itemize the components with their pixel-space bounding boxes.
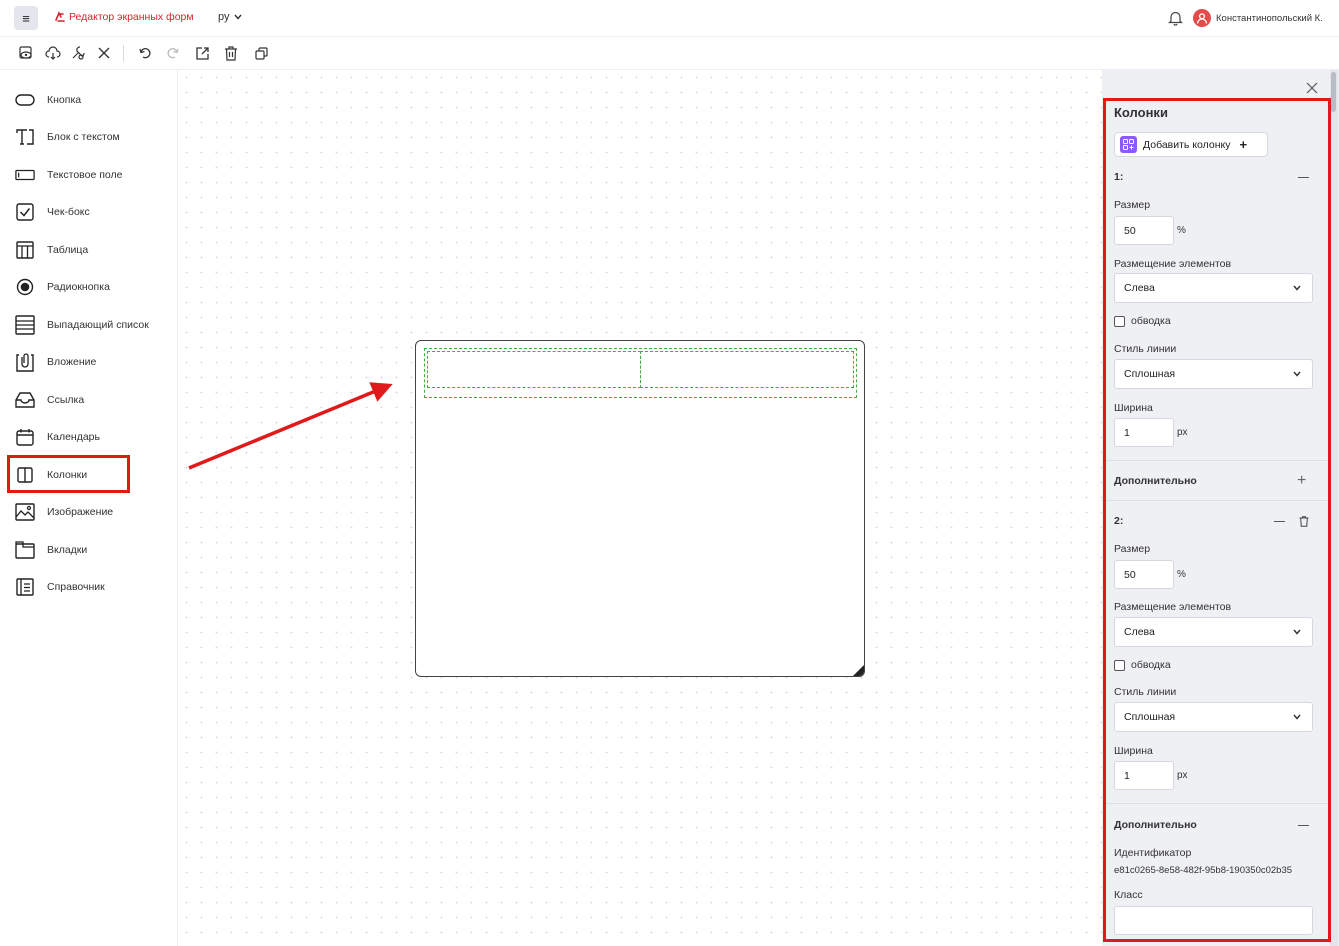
palette-item-link[interactable]: Ссылка <box>0 382 178 418</box>
dropdown-icon <box>15 315 35 335</box>
language-selector[interactable]: ру <box>218 11 242 23</box>
palette-item-text-field[interactable]: Текстовое поле <box>0 157 178 193</box>
design-canvas[interactable] <box>179 70 1102 946</box>
palette-item-attachment[interactable]: Вложение <box>0 344 178 380</box>
palette-item-checkbox[interactable]: Чек-бокс <box>0 194 178 230</box>
palette-item-label: Календарь <box>47 431 100 443</box>
column-2[interactable] <box>640 351 854 388</box>
app-logo[interactable]: Редактор экранных форм <box>54 11 194 23</box>
calendar-icon <box>15 427 35 447</box>
palette-item-table[interactable]: Таблица <box>0 232 178 268</box>
resize-handle[interactable] <box>853 665 864 676</box>
radio-icon <box>15 277 35 297</box>
redo-icon[interactable] <box>165 45 181 61</box>
palette-item-label: Кнопка <box>47 94 82 106</box>
user-name[interactable]: Константинопольский К. <box>1216 13 1323 24</box>
avatar[interactable] <box>1193 9 1211 27</box>
panel-scrollbar[interactable] <box>1330 70 1338 946</box>
component-palette: Кнопка Блок с текстом Текстовое поле Чек… <box>0 70 178 946</box>
link-icon <box>15 390 35 410</box>
properties-panel: Колонки Добавить колонку + 1: Размер 50 … <box>1102 70 1339 946</box>
palette-item-tabs[interactable]: Вкладки <box>0 532 178 568</box>
palette-item-label: Вложение <box>47 356 97 368</box>
palette-item-dropdown[interactable]: Выпадающий список <box>0 307 178 343</box>
export-icon[interactable] <box>194 45 210 61</box>
palette-item-image[interactable]: Изображение <box>0 494 178 530</box>
language-label: ру <box>218 11 230 23</box>
palette-item-label: Радиокнопка <box>47 281 110 293</box>
trash-icon[interactable] <box>223 45 239 61</box>
attachment-icon <box>15 352 35 372</box>
chevron-down-icon <box>233 14 242 20</box>
logo-icon <box>55 11 65 22</box>
menu-icon[interactable]: ≡ <box>14 6 38 30</box>
form-container[interactable] <box>415 340 865 677</box>
close-panel-icon[interactable] <box>1305 81 1319 95</box>
directory-icon <box>15 577 35 597</box>
text-field-icon <box>15 165 35 185</box>
app-header: ≡ Редактор экранных форм ру Константиноп… <box>0 0 1339 37</box>
toolbar-divider <box>123 45 124 62</box>
palette-item-directory[interactable]: Справочник <box>0 569 178 605</box>
palette-item-button[interactable]: Кнопка <box>0 82 178 118</box>
copy-icon[interactable] <box>253 45 269 61</box>
palette-item-label: Вкладки <box>47 544 88 556</box>
palette-item-label: Чек-бокс <box>47 206 90 218</box>
toolbar <box>0 37 1339 70</box>
bell-icon[interactable] <box>1168 10 1183 26</box>
image-icon <box>15 502 35 522</box>
palette-item-label: Изображение <box>47 506 114 518</box>
palette-item-label: Таблица <box>47 244 89 256</box>
preview-icon[interactable] <box>18 45 34 61</box>
palette-item-label: Справочник <box>47 581 105 593</box>
palette-item-label: Текстовое поле <box>47 169 123 181</box>
undo-icon[interactable] <box>137 45 153 61</box>
column-1[interactable] <box>427 351 641 388</box>
cloud-save-icon[interactable] <box>45 45 61 61</box>
selected-item-highlight <box>7 455 130 493</box>
user-icon <box>1196 13 1208 24</box>
tabs-icon <box>15 540 35 560</box>
palette-item-label: Выпадающий список <box>47 319 149 331</box>
columns-element[interactable] <box>424 348 857 398</box>
table-icon <box>15 240 35 260</box>
checkbox-icon <box>15 202 35 222</box>
palette-item-text-block[interactable]: Блок с текстом <box>0 119 178 155</box>
palette-item-label: Блок с текстом <box>47 131 120 143</box>
palette-item-label: Ссылка <box>47 394 85 406</box>
panel-scrollbar-thumb[interactable] <box>1331 72 1336 112</box>
app-title: Редактор экранных форм <box>69 11 194 23</box>
settings-tools-icon[interactable] <box>70 45 86 61</box>
text-block-icon <box>15 127 35 147</box>
panel-highlight-frame <box>1103 98 1331 942</box>
palette-item-radio[interactable]: Радиокнопка <box>0 269 178 305</box>
close-icon[interactable] <box>96 45 112 61</box>
button-icon <box>15 90 35 110</box>
palette-item-calendar[interactable]: Календарь <box>0 419 178 455</box>
